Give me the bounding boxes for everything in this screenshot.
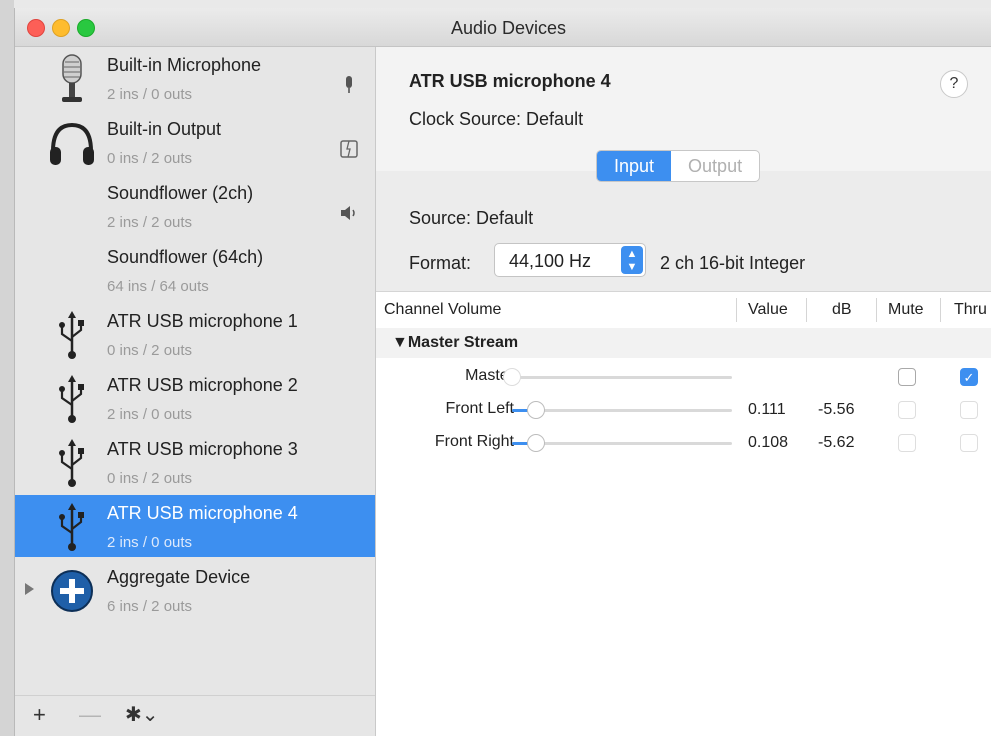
background-window-edge bbox=[0, 0, 14, 736]
format-bit-depth: 2 ch 16-bit Integer bbox=[660, 253, 806, 273]
mute-checkbox[interactable] bbox=[898, 434, 916, 452]
device-io-count: 2 ins / 0 outs bbox=[107, 534, 193, 551]
mic-glyph-icon bbox=[339, 75, 359, 95]
device-io-count: 2 ins / 0 outs bbox=[107, 86, 193, 103]
device-io-count: 0 ins / 2 outs bbox=[107, 342, 193, 359]
microphone-icon bbox=[47, 53, 97, 105]
thru-checkbox[interactable] bbox=[960, 434, 978, 452]
device-row[interactable]: Built-in Microphone 2 ins / 0 outs bbox=[15, 47, 375, 109]
column-separator bbox=[876, 298, 877, 322]
column-thru[interactable]: Thru bbox=[954, 292, 987, 328]
device-name: ATR USB microphone 4 bbox=[107, 503, 298, 523]
channel-value: 0.111 bbox=[748, 401, 786, 418]
device-name: Soundflower (2ch) bbox=[107, 183, 254, 203]
device-name: Soundflower (64ch) bbox=[107, 247, 264, 267]
tab-input[interactable]: Input bbox=[597, 151, 672, 181]
volume-slider[interactable] bbox=[503, 368, 732, 386]
usb-icon bbox=[47, 309, 97, 361]
format-sample-rate-select[interactable]: 44,100 Hz ▲ ▼ bbox=[494, 243, 646, 277]
gear-menu-button[interactable]: ✱⌄ bbox=[125, 704, 159, 726]
device-io-count: 2 ins / 0 outs bbox=[107, 406, 193, 423]
table-header: Channel Volume Value dB Mute Thru bbox=[376, 291, 991, 329]
channel-value: 0.108 bbox=[748, 434, 789, 451]
format-label: Format: bbox=[409, 253, 472, 273]
channel-row: Front Right 0.108 -5.62 bbox=[376, 427, 991, 459]
device-row[interactable]: Built-in Output 0 ins / 2 outs bbox=[15, 111, 375, 173]
speaker-glyph-icon bbox=[339, 203, 359, 223]
device-row[interactable]: Aggregate Device 6 ins / 2 outs bbox=[15, 559, 375, 621]
device-name: ATR USB microphone 1 bbox=[107, 311, 298, 331]
thru-checkbox[interactable] bbox=[960, 401, 978, 419]
device-detail-pane: ATR USB microphone 4 ? Clock Source: Def… bbox=[376, 47, 991, 736]
add-device-button[interactable]: + bbox=[33, 704, 46, 726]
device-io-count: 0 ins / 2 outs bbox=[107, 150, 193, 167]
device-name: Built-in Microphone bbox=[107, 55, 262, 75]
master-stream-group[interactable]: ▼Master Stream bbox=[376, 328, 991, 358]
channel-db: -5.62 bbox=[818, 434, 855, 451]
volume-slider-knob[interactable] bbox=[527, 401, 546, 419]
channel-label: Front Left bbox=[445, 400, 514, 417]
volume-slider-knob[interactable] bbox=[503, 368, 521, 386]
remove-device-button[interactable]: — bbox=[79, 704, 101, 726]
usb-icon bbox=[47, 437, 97, 489]
channel-row: Master ✓ bbox=[376, 361, 991, 393]
usb-icon bbox=[47, 373, 97, 425]
window-title: Audio Devices bbox=[450, 18, 567, 38]
device-row[interactable]: Soundflower (2ch) 2 ins / 2 outs bbox=[15, 175, 375, 237]
device-io-count: 64 ins / 64 outs bbox=[107, 278, 209, 295]
channel-volume-table: Channel Volume Value dB Mute Thru ▼Maste… bbox=[376, 291, 991, 736]
channel-row: Front Left 0.111 -5.56 bbox=[376, 394, 991, 426]
headphones-icon bbox=[47, 117, 97, 169]
volume-slider-knob[interactable] bbox=[526, 434, 545, 452]
source-label: Source: Default bbox=[409, 208, 534, 228]
device-row[interactable]: ATR USB microphone 4 2 ins / 0 outs bbox=[15, 495, 375, 557]
device-list-toolbar: + — ✱⌄ bbox=[15, 695, 375, 736]
title-bar: Audio Devices bbox=[15, 8, 991, 47]
audio-devices-window: Audio Devices Built-in Microphone 2 ins /… bbox=[14, 8, 991, 736]
input-output-tabs: Input Output bbox=[596, 150, 761, 182]
channel-db: -5.56 bbox=[818, 401, 855, 418]
column-channel-volume[interactable]: Channel Volume bbox=[384, 292, 501, 328]
mute-checkbox[interactable] bbox=[898, 368, 916, 386]
device-row[interactable]: Soundflower (64ch) 64 ins / 64 outs bbox=[15, 239, 375, 301]
finder-glyph-icon bbox=[339, 139, 359, 159]
column-value[interactable]: Value bbox=[748, 292, 788, 328]
usb-icon bbox=[47, 501, 97, 553]
format-sample-rate-value: 44,100 Hz bbox=[509, 251, 592, 271]
column-separator bbox=[806, 298, 807, 322]
thru-checkbox[interactable]: ✓ bbox=[960, 368, 978, 386]
device-row[interactable]: ATR USB microphone 2 2 ins / 0 outs bbox=[15, 367, 375, 429]
device-name: ATR USB microphone 3 bbox=[107, 439, 298, 459]
device-list: Built-in Microphone 2 ins / 0 outs Built-i… bbox=[15, 47, 376, 736]
volume-slider[interactable] bbox=[512, 401, 732, 419]
device-name: Built-in Output bbox=[107, 119, 222, 139]
device-io-count: 0 ins / 2 outs bbox=[107, 470, 193, 487]
tab-output[interactable]: Output bbox=[671, 151, 759, 181]
clock-source: Clock Source: Default bbox=[409, 109, 584, 129]
column-mute[interactable]: Mute bbox=[888, 292, 924, 328]
device-row[interactable]: ATR USB microphone 1 0 ins / 2 outs bbox=[15, 303, 375, 365]
device-io-count: 6 ins / 2 outs bbox=[107, 598, 193, 615]
device-row[interactable]: ATR USB microphone 3 0 ins / 2 outs bbox=[15, 431, 375, 493]
disclosure-triangle-icon[interactable] bbox=[25, 583, 34, 595]
column-separator bbox=[736, 298, 737, 322]
device-io-count: 2 ins / 2 outs bbox=[107, 214, 193, 231]
device-title: ATR USB microphone 4 bbox=[409, 71, 611, 91]
device-name: Aggregate Device bbox=[107, 567, 251, 587]
volume-slider[interactable] bbox=[512, 434, 732, 452]
device-name: ATR USB microphone 2 bbox=[107, 375, 298, 395]
mute-checkbox[interactable] bbox=[898, 401, 916, 419]
select-arrows-icon: ▲ ▼ bbox=[621, 246, 643, 274]
help-button[interactable]: ? bbox=[940, 70, 968, 98]
aggregate-plus-icon bbox=[47, 565, 97, 617]
column-db[interactable]: dB bbox=[832, 292, 852, 328]
column-separator bbox=[940, 298, 941, 322]
group-label: ▼Master Stream bbox=[392, 334, 519, 351]
channel-label: Front Right bbox=[434, 433, 514, 450]
